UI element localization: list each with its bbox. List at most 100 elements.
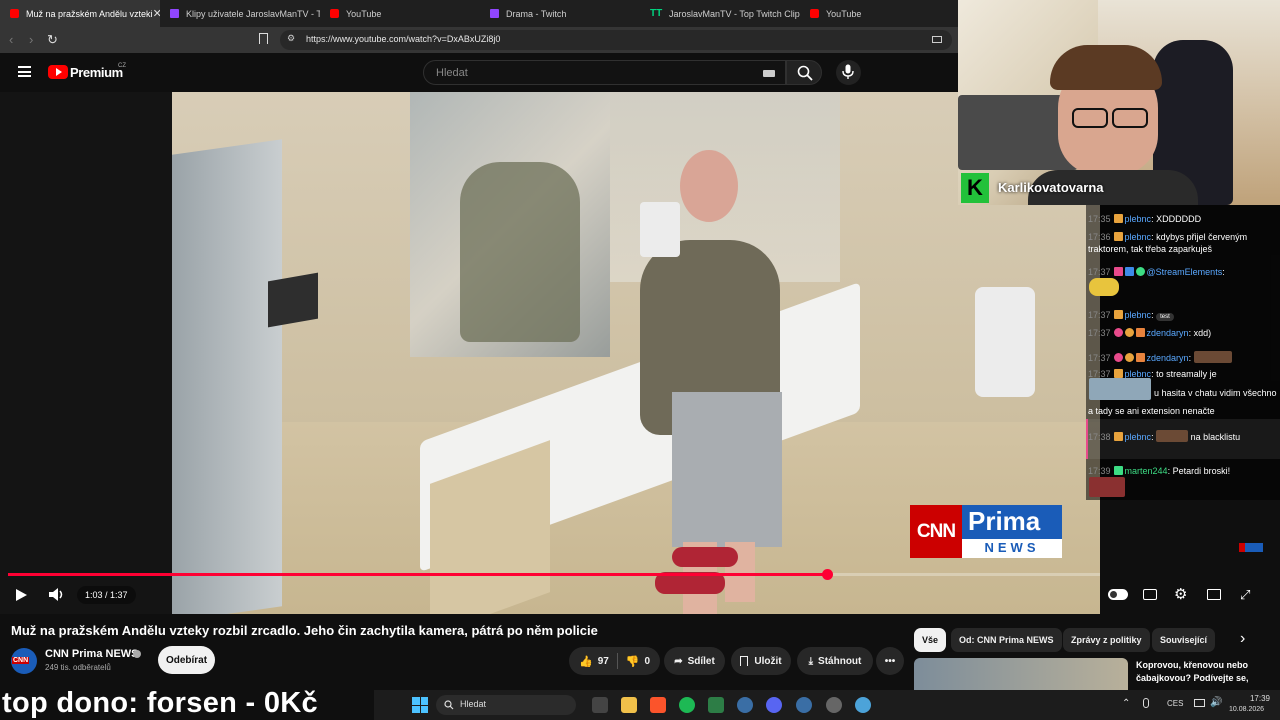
app-icon[interactable]: [796, 697, 812, 713]
browser-tab[interactable]: YouTube: [320, 0, 480, 27]
logo-text[interactable]: Premium: [70, 65, 123, 80]
chip-politics[interactable]: Zprávy z politiky: [1063, 628, 1150, 652]
channel-avatar[interactable]: CNN: [11, 648, 37, 674]
search-input[interactable]: Hledat: [423, 60, 786, 85]
chat-message: 17:37 @StreamElements:: [1088, 267, 1225, 277]
url-text[interactable]: https://www.youtube.com/watch?v=DxABxUZi…: [306, 34, 500, 44]
keyboard-language[interactable]: CES: [1167, 699, 1183, 708]
emote-icon: [1156, 430, 1189, 442]
browser-tab[interactable]: Klipy uživatele JaroslavManTV - Twi: [160, 0, 320, 27]
scene-door: [172, 139, 282, 614]
volume-icon[interactable]: [48, 587, 65, 602]
taskbar-search[interactable]: Hledat: [436, 695, 576, 715]
badge-icon: [1113, 353, 1123, 362]
steam-icon[interactable]: [826, 697, 842, 713]
settings-gear-icon[interactable]: ⚙: [1174, 587, 1187, 602]
brave-browser-icon[interactable]: [650, 697, 666, 713]
tray-volume-icon[interactable]: 🔊: [1210, 697, 1222, 708]
tray-overflow-icon[interactable]: ⌃: [1122, 698, 1130, 709]
site-settings-icon[interactable]: ⚙: [287, 33, 295, 44]
streamer-webcam: K Karlikovatovarna: [958, 0, 1280, 205]
tray-display-icon[interactable]: [1194, 699, 1205, 707]
tab-title: Drama - Twitch: [506, 8, 567, 19]
play-icon[interactable]: [15, 588, 28, 602]
chip-from-channel[interactable]: Od: CNN Prima NEWS: [951, 628, 1062, 652]
browser-tab[interactable]: Muž na pražském Andělu vzteki ✕: [0, 0, 160, 27]
share-button[interactable]: ➦ Sdílet: [664, 647, 725, 675]
ccleaner-icon[interactable]: [737, 697, 753, 713]
menu-icon[interactable]: [18, 66, 31, 77]
fullscreen-icon[interactable]: ⤢: [1240, 587, 1250, 602]
webcam-glasses: [1112, 108, 1148, 128]
file-explorer-icon[interactable]: [621, 697, 637, 713]
youtube-logo-icon[interactable]: [48, 65, 68, 79]
chips-next-icon[interactable]: ›: [1240, 630, 1245, 648]
tab-title: JaroslavManTV - Top Twitch Clips -: [669, 8, 800, 19]
channel-watermark-icon[interactable]: [1239, 543, 1263, 552]
like-button[interactable]: 👍 97: [579, 655, 609, 668]
keyboard-icon[interactable]: [763, 70, 775, 77]
chat-message: 17:37 zdendaryn: xdd): [1088, 328, 1212, 338]
back-icon[interactable]: ‹: [9, 32, 13, 47]
reload-icon[interactable]: ↻: [47, 32, 58, 48]
cnn-prima-news-logo: CNN Prima NEWS: [910, 505, 1062, 558]
subscribe-button[interactable]: Odebírat: [158, 646, 215, 674]
emote-icon: [1193, 351, 1232, 363]
avatar-text: CNN: [12, 657, 30, 664]
spotify-icon[interactable]: [679, 697, 695, 713]
chip-all[interactable]: Vše: [914, 628, 947, 652]
save-button[interactable]: Uložit: [731, 647, 791, 675]
video-scrubber-handle[interactable]: [822, 569, 833, 580]
theater-mode-icon[interactable]: [1207, 589, 1221, 600]
clock-date[interactable]: 10.08.2026: [1229, 706, 1264, 713]
forward-icon[interactable]: ›: [29, 32, 33, 47]
tray-mic-icon[interactable]: [1143, 698, 1149, 708]
globe-app-icon[interactable]: [855, 697, 871, 713]
channel-name[interactable]: CNN Prima NEWS: [45, 648, 139, 660]
screen-icon[interactable]: [932, 36, 942, 43]
chip-related[interactable]: Související: [1152, 628, 1216, 652]
autoplay-toggle[interactable]: [1108, 589, 1128, 600]
video-player[interactable]: CNN Prima NEWS: [0, 92, 1100, 614]
subscribe-label: Odebírat: [165, 654, 208, 666]
task-view-icon[interactable]: [592, 697, 608, 713]
search-icon: [797, 65, 813, 81]
browser-tab[interactable]: TT JaroslavManTV - Top Twitch Clips -: [640, 0, 800, 27]
excel-icon[interactable]: [708, 697, 724, 713]
badge-icon: [1113, 328, 1123, 337]
download-button[interactable]: ⤓ Stáhnout: [797, 647, 873, 675]
video-progress-fill[interactable]: [8, 573, 827, 576]
sub-badge-icon: [1113, 310, 1123, 319]
video-letterbox: [0, 92, 172, 614]
browser-tab[interactable]: YouTube: [800, 0, 958, 27]
chat-overlay: 17:35 pl​ebnc: XDDDDDD 17:36 plebnc: kdyby…: [1086, 205, 1280, 500]
youtube-favicon-icon: [810, 9, 819, 18]
download-label: Stáhnout: [818, 655, 862, 667]
suggested-video-title[interactable]: Koprovou, křenovou nebo čabajkovou? Podí…: [1136, 659, 1276, 685]
share-label: Sdílet: [687, 655, 715, 667]
windows-start-icon[interactable]: [412, 697, 428, 713]
subtitles-icon[interactable]: [1143, 589, 1157, 600]
badge-icon: [1135, 353, 1145, 362]
tab-title: YouTube: [346, 8, 382, 19]
clock-time[interactable]: 17:39: [1236, 694, 1270, 703]
browser-tab[interactable]: Drama - Twitch: [480, 0, 640, 27]
close-tab-icon[interactable]: ✕: [153, 7, 160, 20]
dislike-button[interactable]: 👎 0: [626, 655, 650, 668]
chat-message: 17:35 pl​ebnc: XDDDDDD: [1088, 214, 1202, 224]
emote-icon: [1089, 477, 1125, 497]
twitch-favicon-icon: [170, 9, 179, 18]
search-button[interactable]: [786, 60, 822, 85]
suggested-video-thumbnail[interactable]: [914, 658, 1128, 690]
search-placeholder: Hledat: [436, 67, 468, 79]
more-actions-button[interactable]: •••: [876, 647, 904, 675]
voice-search-button[interactable]: [836, 60, 861, 85]
chat-message: 17:39 marten244: Petardi broski!: [1088, 466, 1231, 476]
chat-message: 17:37 zdendaryn:: [1088, 351, 1232, 364]
scene-reflection: [460, 162, 580, 342]
tab-title: Klipy uživatele JaroslavManTV - Twi: [186, 8, 320, 19]
kick-logo-icon: K: [961, 173, 989, 203]
bookmark-icon[interactable]: [259, 33, 268, 44]
emote-icon: [1089, 278, 1119, 296]
discord-icon[interactable]: [766, 697, 782, 713]
